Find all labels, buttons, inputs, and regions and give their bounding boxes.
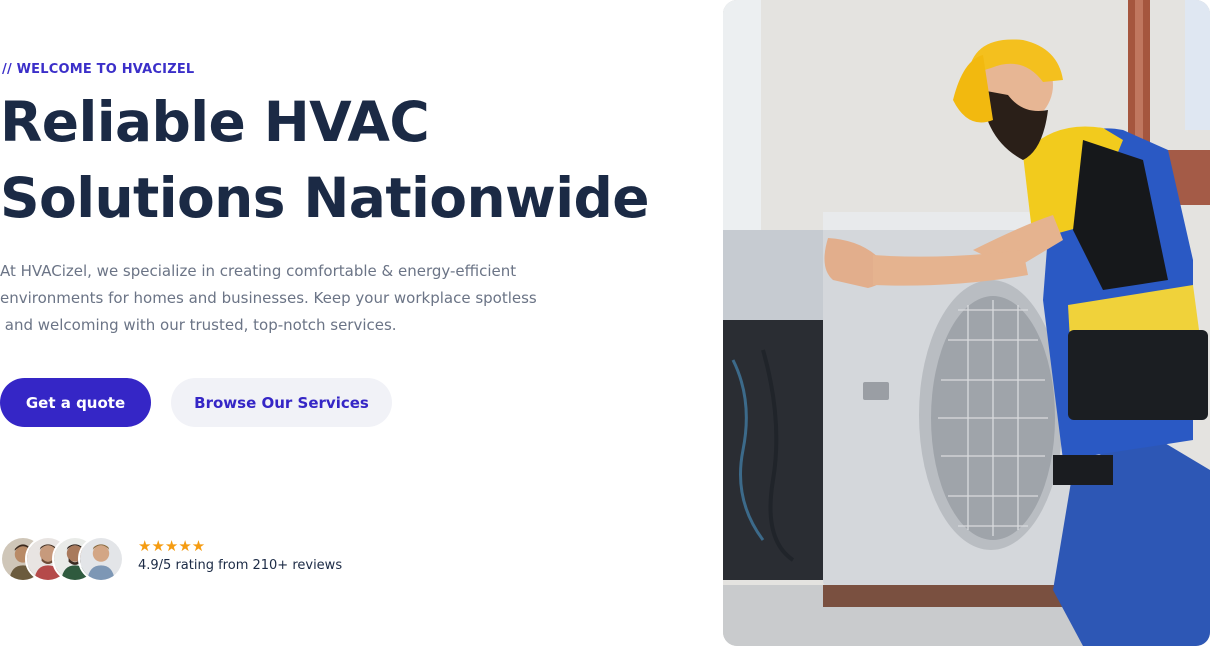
browse-services-button[interactable]: Browse Our Services [171, 378, 392, 427]
rating-summary: 4.9/5 rating from 210+ reviews [138, 558, 343, 573]
hero-section: // WELCOME TO HVACIZEL Reliable HVAC Sol… [0, 0, 1210, 646]
description-line-1: At HVACizel, we specialize in creating c… [0, 262, 517, 280]
hero-content: // WELCOME TO HVACIZEL Reliable HVAC Sol… [0, 0, 700, 646]
get-quote-button[interactable]: Get a quote [0, 378, 151, 427]
eyebrow-tagline: // WELCOME TO HVACIZEL [2, 62, 195, 77]
rating-stars: ★★★★★ [138, 537, 206, 555]
hero-description: At HVACizel, we specialize in creating c… [0, 258, 560, 339]
reviewer-avatars [0, 536, 126, 584]
review-summary: ★★★★★ 4.9/5 rating from 210+ reviews [0, 536, 360, 584]
headline-line-1: Reliable HVAC [0, 90, 430, 154]
technician-illustration [723, 0, 1210, 646]
page-title: Reliable HVAC Solutions Nationwide [0, 84, 650, 236]
headline-line-2: Solutions Nationwide [0, 166, 650, 230]
avatar-4 [80, 538, 122, 580]
technician-photo [723, 0, 1210, 646]
avatar [78, 536, 124, 582]
description-line-2: environments for homes and businesses. K… [0, 289, 537, 307]
description-line-3: and welcoming with our trusted, top-notc… [0, 316, 397, 334]
